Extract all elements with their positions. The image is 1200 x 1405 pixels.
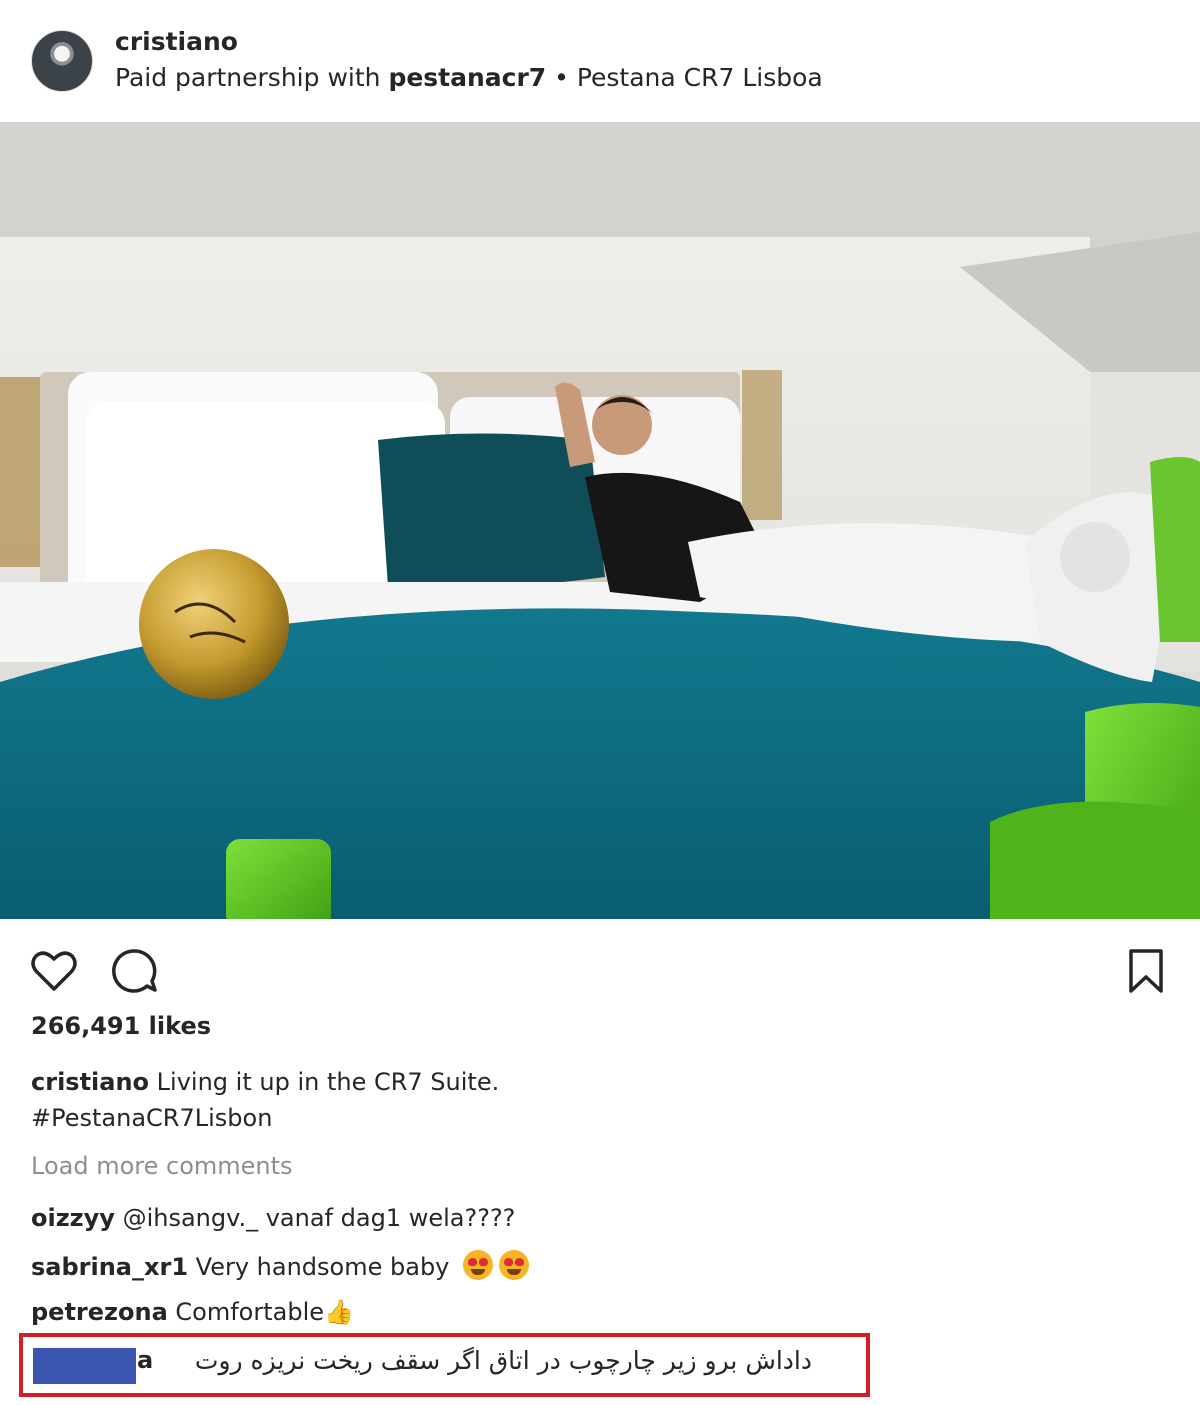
heart-eyes-emoji-icon <box>499 1250 530 1280</box>
caption-username[interactable]: cristiano <box>31 1068 149 1096</box>
heart-eyes-emoji-icon <box>463 1250 494 1280</box>
comment-text: Comfortable <box>167 1298 325 1326</box>
comment-username[interactable]: petrezona <box>31 1298 168 1326</box>
hotel-room-photo <box>0 122 1200 919</box>
comment-item: oizzyy @ihsangv._ vanaf dag1 wela???? <box>31 1204 515 1232</box>
location-link[interactable]: Pestana CR7 Lisboa <box>577 63 823 92</box>
caption-hashtag[interactable]: #PestanaCR7Lisbon <box>31 1104 272 1132</box>
comment-text-persian: داداش برو زیر چارچوب در اتاق اگر سقف ریخ… <box>194 1346 812 1375</box>
post-action-bar <box>0 920 1200 1010</box>
post-photo[interactable] <box>0 122 1200 919</box>
bookmark-icon[interactable] <box>1120 945 1172 997</box>
comment-username-tail[interactable]: a <box>137 1346 153 1374</box>
post-subline: Paid partnership with pestanacr7 • Pesta… <box>115 63 823 92</box>
heart-icon[interactable] <box>28 945 80 997</box>
comment-icon[interactable] <box>108 945 160 997</box>
avatar[interactable] <box>31 30 93 92</box>
likes-count[interactable]: 266,491 likes <box>31 1012 211 1040</box>
redacted-username <box>33 1348 136 1384</box>
paid-partnership-label: Paid partnership with <box>115 63 389 92</box>
post-username[interactable]: cristiano <box>115 27 238 56</box>
partner-link[interactable]: pestanacr7 <box>388 63 546 92</box>
comment-text: Very handsome baby <box>188 1253 450 1281</box>
comment-username[interactable]: oizzyy <box>31 1204 115 1232</box>
comment-text: @ihsangv._ vanaf dag1 wela???? <box>114 1204 516 1232</box>
comment-item: sabrina_xr1 Very handsome baby <box>31 1250 530 1281</box>
post-header: cristiano Paid partnership with pestanac… <box>0 0 1200 122</box>
thumbs-up-emoji-icon: 👍 <box>324 1298 354 1326</box>
location-separator: • <box>546 63 577 92</box>
comment-username[interactable]: sabrina_xr1 <box>31 1253 188 1281</box>
post-caption: cristiano Living it up in the CR7 Suite.… <box>31 1064 1171 1136</box>
caption-text: Living it up in the CR7 Suite. <box>149 1068 500 1096</box>
comment-item: petrezona Comfortable👍 <box>31 1298 354 1326</box>
load-more-comments-button[interactable]: Load more comments <box>31 1152 293 1180</box>
